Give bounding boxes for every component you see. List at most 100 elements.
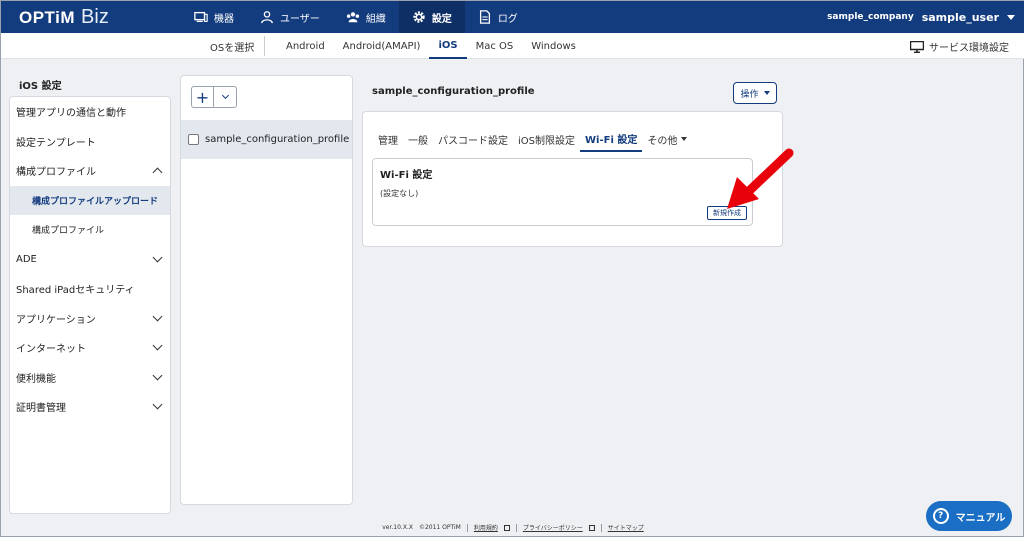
sidebar-item-label: アプリケーション [16,314,96,326]
os-bar: OSを選択 Android Android(AMAPI) iOS Mac OS … [1,33,1024,59]
profile-subtabs: 管理 一般 パスコード設定 iOS制限設定 Wi-Fi 設定 その他 [373,126,692,152]
company-name: sample_company [827,12,914,22]
top-bar: OPTiM Biz 機器 ユーザー 組織 設定 ログ sample_compan… [1,1,1024,33]
nav-organization-label: 組織 [365,13,386,25]
user-menu[interactable]: sample_company sample_user [827,1,1015,33]
sidebar-item-label: ADE [16,253,37,265]
sidebar-item-label: 設定テンプレート [16,137,96,149]
sidebar-item-label: 構成プロファイル [16,167,96,179]
chevron-down-icon [152,370,163,381]
tab-ios-restrictions[interactable]: iOS制限設定 [513,126,580,152]
privacy-link[interactable]: プライバシーポリシー [523,523,583,532]
red-arrow-annotation [727,148,794,209]
sidebar-item-label: 証明書管理 [16,403,66,415]
tab-windows[interactable]: Windows [522,33,585,59]
tab-wifi[interactable]: Wi-Fi 設定 [580,126,643,152]
nav-settings[interactable]: 設定 [398,1,465,33]
sidebar: 管理アプリの通信と動作 設定テンプレート 構成プロファイル 構成プロファイルアッ… [9,96,171,514]
tab-ios[interactable]: iOS [429,33,467,59]
sidebar-item-applications[interactable]: アプリケーション [10,304,170,334]
sidebar-item-config-profiles[interactable]: 構成プロファイル [10,156,170,186]
nav-logs[interactable]: ログ [465,1,531,33]
add-button[interactable]: + [192,87,214,107]
device-icon [194,11,208,23]
sidebar-item-label: Shared iPadセキュリティ [16,285,135,297]
profile-checkbox[interactable] [188,134,199,145]
divider [515,523,517,532]
copyright-text: ©2011 OPTiM [418,524,461,531]
tab-management[interactable]: 管理 [373,126,403,152]
add-button-group: + [191,86,237,108]
external-link-icon [588,524,595,531]
logo-text: OPTiM [19,8,76,27]
nav-users[interactable]: ユーザー [247,1,333,33]
page-title: sample_configuration_profile [372,86,535,97]
sidebar-item-label: 構成プロファイルアップロード [32,196,159,207]
divider [466,523,468,532]
service-env-link[interactable]: サービス環境設定 [910,39,1009,54]
logo-suffix: Biz [81,6,109,28]
chevron-down-icon [1007,14,1015,20]
wifi-settings-title: Wi-Fi 設定 [380,170,433,181]
tab-macos[interactable]: Mac OS [467,33,523,59]
sidebar-item-profile-upload[interactable]: 構成プロファイルアップロード [10,185,170,215]
question-icon: ? [932,508,949,524]
organization-icon [346,12,359,23]
caret-down-icon [763,91,770,95]
os-select-label: OSを選択 [210,43,255,54]
sidebar-item-profiles[interactable]: 構成プロファイル [10,215,170,245]
sidebar-item-app-comm[interactable]: 管理アプリの通信と動作 [10,97,170,127]
tab-other[interactable]: その他 [642,126,692,152]
sidebar-title: iOS 設定 [19,81,62,92]
nav-organization[interactable]: 組織 [333,1,399,33]
terms-link[interactable]: 利用規約 [474,523,498,532]
wifi-settings-box: Wi-Fi 設定 (設定なし) 新規作成 [372,158,753,226]
sidebar-item-templates[interactable]: 設定テンプレート [10,127,170,157]
add-dropdown-button[interactable] [214,87,236,107]
profile-detail-card: 管理 一般 パスコード設定 iOS制限設定 Wi-Fi 設定 その他 Wi-Fi… [362,111,783,247]
chevron-down-icon [152,399,163,410]
sidebar-item-internet[interactable]: インターネット [10,333,170,363]
divider [264,36,265,56]
sidebar-item-label: 便利機能 [16,373,56,385]
sidebar-item-ade[interactable]: ADE [10,245,170,275]
wifi-empty-text: (設定なし) [380,189,419,198]
user-icon [261,11,273,24]
tab-other-label: その他 [647,135,678,147]
manual-label: マニュアル [955,512,1006,524]
sitemap-link[interactable]: サイトマップ [608,523,644,532]
sidebar-item-certificates[interactable]: 証明書管理 [10,392,170,422]
tab-android-amapi[interactable]: Android(AMAPI) [334,33,430,59]
divider [600,523,602,532]
chevron-down-icon [152,311,163,322]
footer: ver.10.X.X ©2011 OPTiM 利用規約 プライバシーポリシー サ… [1,523,1024,532]
operations-button[interactable]: 操作 [733,82,777,104]
nav-devices[interactable]: 機器 [181,1,247,33]
optim-biz-logo[interactable]: OPTiM Biz [19,6,109,28]
sidebar-item-label: 管理アプリの通信と動作 [16,108,126,120]
sidebar-item-shared-ipad[interactable]: Shared iPadセキュリティ [10,274,170,304]
nav-users-label: ユーザー [280,13,320,25]
profile-name: sample_configuration_profile [205,134,350,145]
chevron-down-icon [221,91,229,99]
monitor-icon [910,40,924,53]
service-env-label: サービス環境設定 [929,43,1009,54]
tab-general[interactable]: 一般 [403,126,433,152]
profile-list-panel: + sample_configuration_profile [180,75,353,505]
gear-icon [413,11,425,23]
tab-android[interactable]: Android [277,33,334,59]
user-name: sample_user [921,10,999,24]
os-tabs: Android Android(AMAPI) iOS Mac OS Window… [277,33,585,59]
chevron-down-icon [152,252,163,263]
list-item[interactable]: sample_configuration_profile [181,120,352,159]
version-text: ver.10.X.X [382,524,413,531]
nav-settings-label: 設定 [431,13,452,25]
tab-passcode[interactable]: パスコード設定 [433,126,513,152]
sidebar-item-label: インターネット [16,344,86,356]
sidebar-item-utilities[interactable]: 便利機能 [10,363,170,393]
chevron-up-icon [152,167,163,178]
manual-button[interactable]: ? マニュアル [926,501,1012,531]
nav-devices-label: 機器 [214,13,234,25]
sidebar-item-label: 構成プロファイル [32,226,105,237]
operations-label: 操作 [740,89,759,100]
